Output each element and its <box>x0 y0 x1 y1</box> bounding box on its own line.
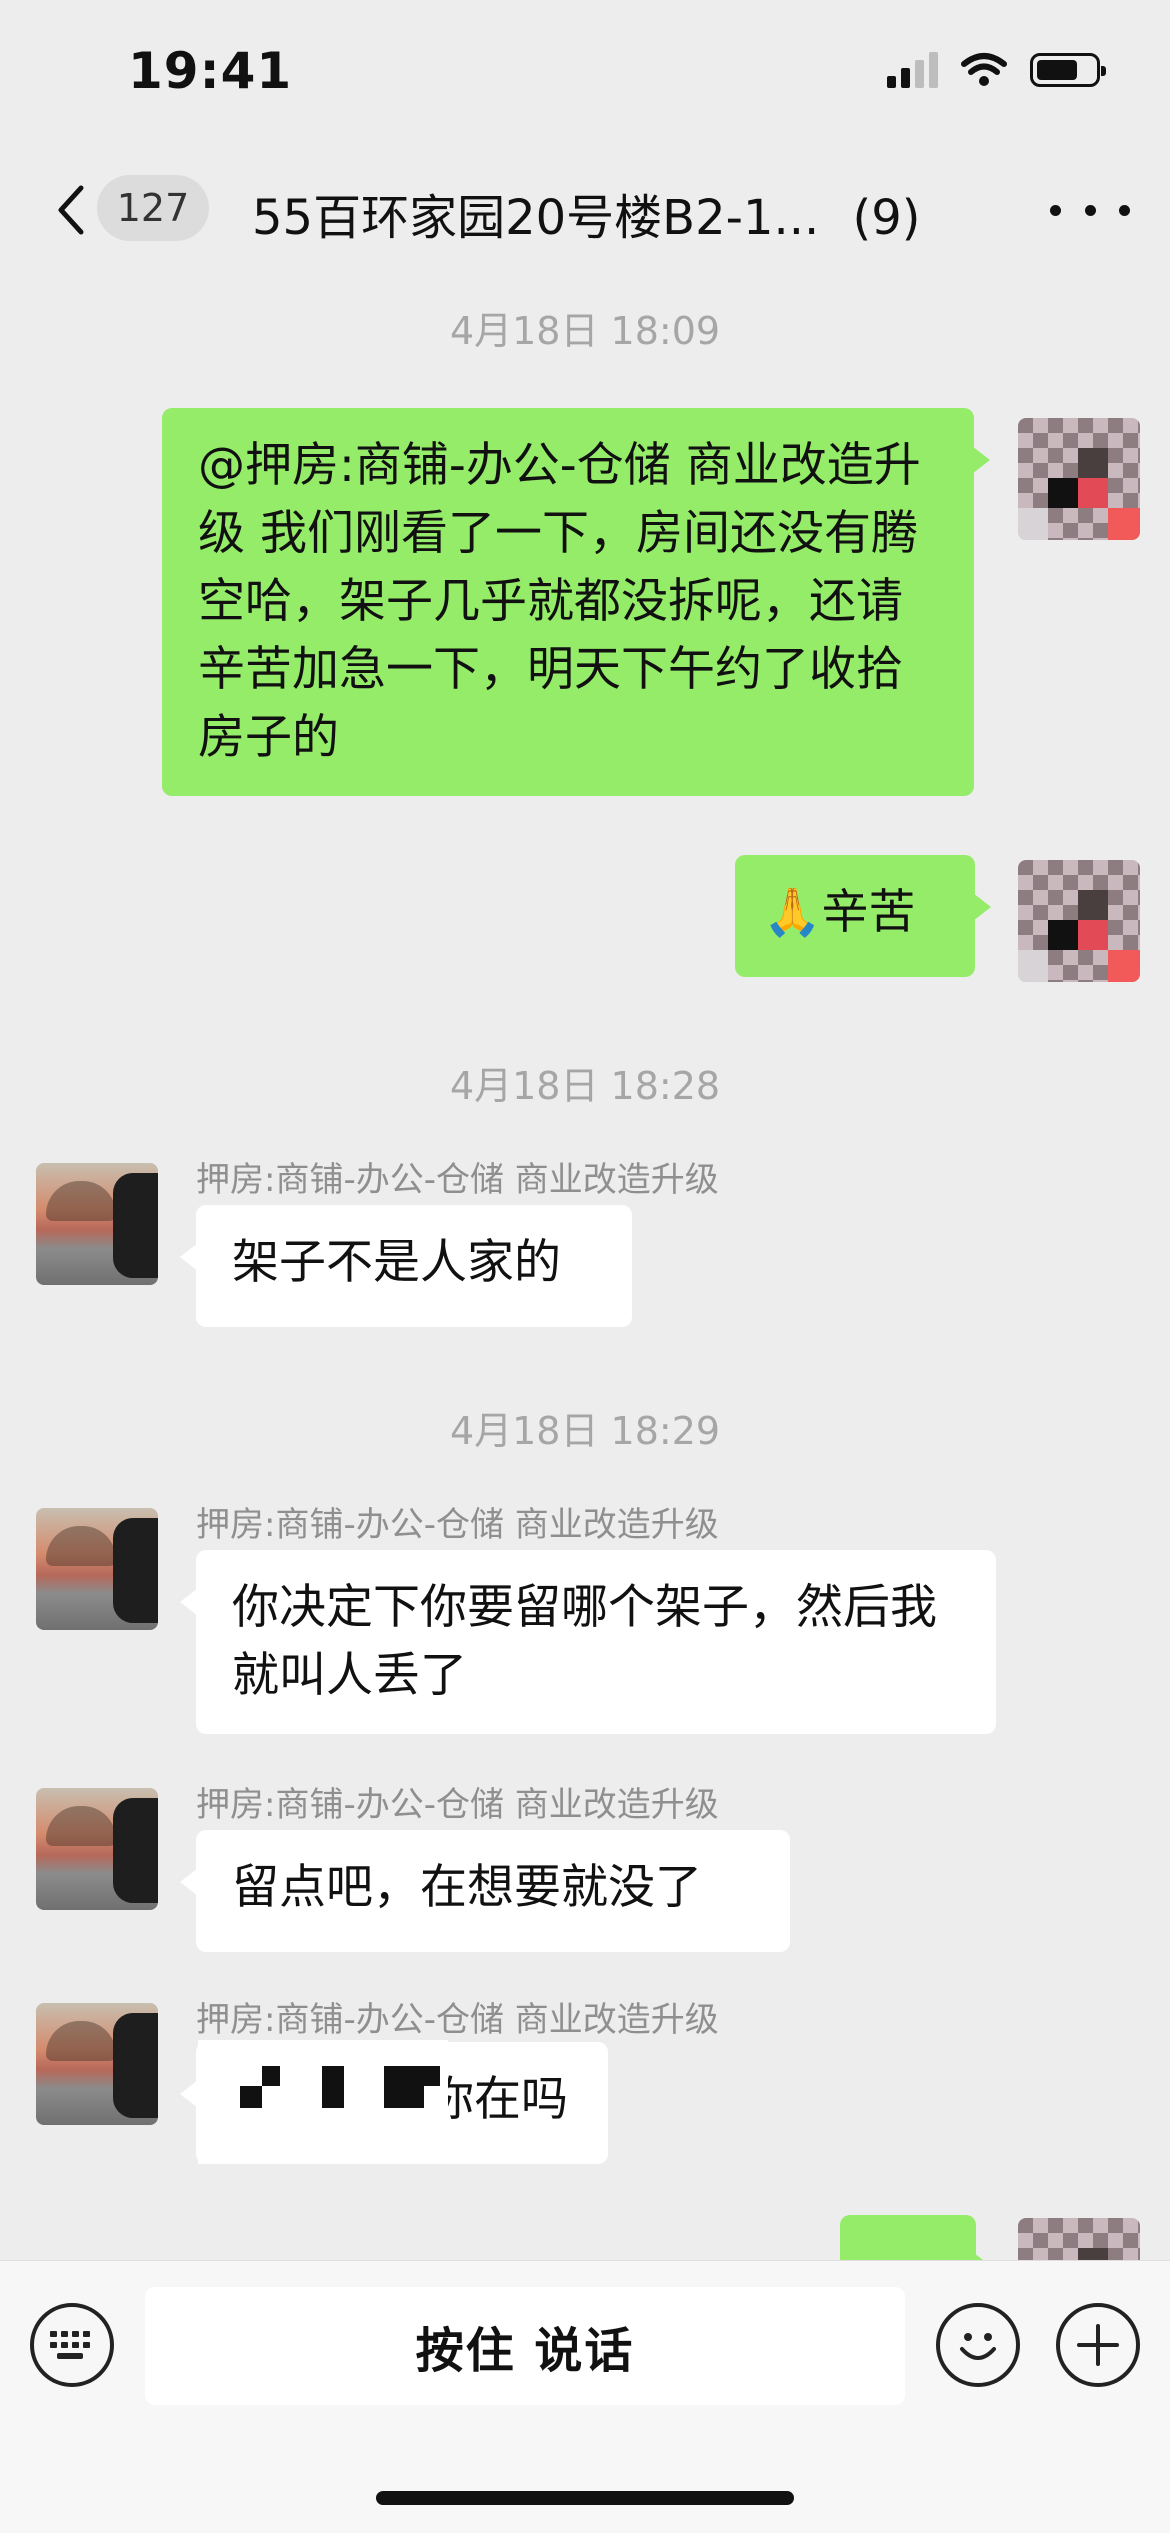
contact-avatar[interactable] <box>36 1788 158 1910</box>
dot-icon <box>1050 204 1061 216</box>
status-icons <box>887 52 1106 88</box>
emoji-button[interactable] <box>936 2303 1020 2387</box>
message-bubble-other[interactable]: 架子不是人家的 <box>180 1205 632 1327</box>
status-time: 19:41 <box>128 42 293 100</box>
message-bubble-other[interactable]: 留点吧，在想要就没了 <box>180 1830 790 1952</box>
self-avatar[interactable] <box>1018 418 1140 540</box>
sender-name: 押房:商铺-办公-仓储 商业改造升级 <box>196 2000 719 2040</box>
battery-icon <box>1030 53 1106 87</box>
message-timestamp: 4月18日 18:29 <box>449 1409 721 1453</box>
message-bubble-self[interactable]: @押房:商铺-办公-仓储 商业改造升级 我们刚看了一下，房间还没有腾空哈，架子几… <box>162 408 990 796</box>
unread-count-badge: 127 <box>97 175 209 241</box>
chat-header: 127 55百环家园20号楼B2-1... (9) <box>0 150 1170 270</box>
home-indicator[interactable] <box>376 2491 794 2505</box>
sender-name: 押房:商铺-办公-仓储 商业改造升级 <box>196 1785 719 1825</box>
hold-to-talk-button[interactable]: 按住 说话 <box>145 2287 905 2405</box>
message-timestamp: 4月18日 18:28 <box>449 1064 721 1108</box>
more-functions-button[interactable] <box>1056 2303 1140 2387</box>
back-button[interactable] <box>40 175 100 245</box>
more-options-button[interactable] <box>1050 190 1130 230</box>
self-avatar[interactable] <box>1018 860 1140 982</box>
message-bubble-self[interactable] <box>840 2215 992 2260</box>
keyboard-toggle-button[interactable] <box>30 2303 114 2387</box>
sender-name: 押房:商铺-办公-仓储 商业改造升级 <box>196 1505 719 1545</box>
status-bar: 19:41 <box>0 0 1170 150</box>
smiley-icon <box>960 2333 996 2360</box>
self-avatar[interactable] <box>1018 2218 1140 2260</box>
message-bubble-self[interactable]: 🙏辛苦 <box>735 855 991 977</box>
wifi-icon <box>961 53 1007 86</box>
sender-name: 押房:商铺-办公-仓储 商业改造升级 <box>196 1160 719 1200</box>
contact-avatar[interactable] <box>36 2003 158 2125</box>
plus-icon <box>1077 2324 1119 2366</box>
message-bubble-other[interactable]: 你决定下你要留哪个架子，然后我就叫人丢了 <box>180 1550 996 1734</box>
chat-title: 55百环家园20号楼B2-1... (9) <box>252 178 972 248</box>
redaction-mask <box>198 2040 448 2164</box>
dot-icon <box>1119 204 1130 216</box>
message-timestamp: 4月18日 18:09 <box>449 309 721 353</box>
contact-avatar[interactable] <box>36 1508 158 1630</box>
group-name: 55百环家园20号楼B2-1... <box>252 190 820 246</box>
contact-avatar[interactable] <box>36 1163 158 1285</box>
cellular-signal-icon <box>887 52 938 88</box>
message-list[interactable]: 4月18日 18:09 @押房:商铺-办公-仓储 商业改造升级 我们刚看了一下，… <box>0 270 1170 2260</box>
dot-icon <box>1084 204 1096 216</box>
keyboard-icon <box>50 2331 90 2359</box>
member-count: (9) <box>852 190 921 246</box>
chevron-left-icon <box>58 185 84 235</box>
